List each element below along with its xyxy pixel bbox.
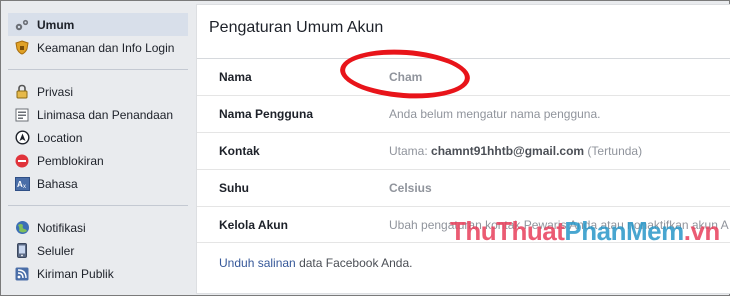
sidebar-item-label: Linimasa dan Penandaan bbox=[37, 107, 174, 122]
page-title: Pengaturan Umum Akun bbox=[209, 19, 384, 36]
row-label: Suhu bbox=[219, 181, 249, 195]
sidebar-group-notifications: Notifikasi Seluler Kiriman Publik bbox=[8, 216, 188, 285]
footer-text: data Facebook Anda. bbox=[295, 256, 413, 270]
sidebar-item-linimasa[interactable]: Linimasa dan Penandaan bbox=[8, 103, 188, 126]
contact-status: (Tertunda) bbox=[584, 144, 643, 158]
sidebar-item-label: Notifikasi bbox=[37, 220, 86, 235]
sidebar-item-label: Pemblokiran bbox=[37, 153, 104, 168]
timeline-icon bbox=[14, 107, 30, 123]
watermark-part: PhanMem bbox=[564, 216, 684, 246]
mobile-icon bbox=[14, 243, 30, 259]
svg-text:x: x bbox=[23, 184, 26, 190]
sidebar-item-kiriman-publik[interactable]: Kiriman Publik bbox=[8, 262, 188, 285]
gear-icon bbox=[14, 17, 30, 33]
rss-icon bbox=[14, 266, 30, 282]
sidebar-item-label: Kiriman Publik bbox=[37, 266, 114, 281]
settings-row-nama-pengguna[interactable]: Nama Pengguna Anda belum mengatur nama p… bbox=[197, 95, 730, 132]
sidebar-group-privacy: Privasi Linimasa dan Penandaan Location … bbox=[8, 80, 188, 195]
settings-row-kontak[interactable]: Kontak Utama: chamnt91hhtb@gmail.com (Te… bbox=[197, 132, 730, 169]
row-value: Utama: chamnt91hhtb@gmail.com (Tertunda) bbox=[389, 144, 642, 158]
contact-email: chamnt91hhtb@gmail.com bbox=[431, 144, 585, 158]
row-label: Nama bbox=[219, 70, 252, 84]
block-icon bbox=[14, 153, 30, 169]
row-value: Celsius bbox=[389, 181, 432, 195]
language-icon: A x bbox=[14, 176, 30, 192]
watermark-part: .vn bbox=[683, 216, 721, 246]
download-data-footer: Unduh salinan data Facebook Anda. bbox=[219, 256, 413, 270]
sidebar-item-notifikasi[interactable]: Notifikasi bbox=[8, 216, 188, 239]
sidebar-item-seluler[interactable]: Seluler bbox=[8, 239, 188, 262]
sidebar-item-location[interactable]: Location bbox=[8, 126, 188, 149]
sidebar-item-bahasa[interactable]: A x Bahasa bbox=[8, 172, 188, 195]
sidebar-item-label: Bahasa bbox=[37, 176, 78, 191]
sidebar-divider bbox=[8, 69, 188, 70]
sidebar-item-pemblokiran[interactable]: Pemblokiran bbox=[8, 149, 188, 172]
sidebar-item-label: Keamanan dan Info Login bbox=[37, 40, 175, 55]
watermark: ThuThuatPhanMem.vn bbox=[450, 216, 720, 247]
sidebar-divider bbox=[8, 205, 188, 206]
sidebar-item-privasi[interactable]: Privasi bbox=[8, 80, 188, 103]
sidebar-item-keamanan[interactable]: Keamanan dan Info Login bbox=[8, 36, 188, 59]
sidebar-item-umum[interactable]: Umum bbox=[8, 13, 188, 36]
sidebar-item-label: Seluler bbox=[37, 243, 75, 258]
watermark-part: ThuThuat bbox=[450, 216, 565, 246]
row-label: Kelola Akun bbox=[219, 217, 288, 232]
sidebar-group-account: Umum Keamanan dan Info Login bbox=[8, 13, 188, 59]
settings-row-suhu[interactable]: Suhu Celsius bbox=[197, 169, 730, 206]
sidebar-item-label: Umum bbox=[37, 17, 75, 32]
general-settings-panel: Pengaturan Umum Akun Nama Cham Nama Peng… bbox=[196, 4, 730, 294]
row-label: Kontak bbox=[219, 144, 260, 158]
settings-sidebar: Umum Keamanan dan Info Login Privasi Lin… bbox=[8, 13, 188, 285]
row-value: Anda belum mengatur nama pengguna. bbox=[389, 107, 601, 121]
sidebar-item-label: Privasi bbox=[37, 84, 74, 99]
globe-icon bbox=[14, 220, 30, 236]
sidebar-item-label: Location bbox=[37, 130, 83, 145]
shield-icon bbox=[14, 40, 30, 56]
lock-icon bbox=[14, 84, 30, 100]
location-icon bbox=[14, 130, 30, 146]
contact-prefix: Utama: bbox=[389, 144, 432, 158]
download-copy-link[interactable]: Unduh salinan bbox=[219, 256, 296, 270]
row-label: Nama Pengguna bbox=[219, 107, 314, 121]
